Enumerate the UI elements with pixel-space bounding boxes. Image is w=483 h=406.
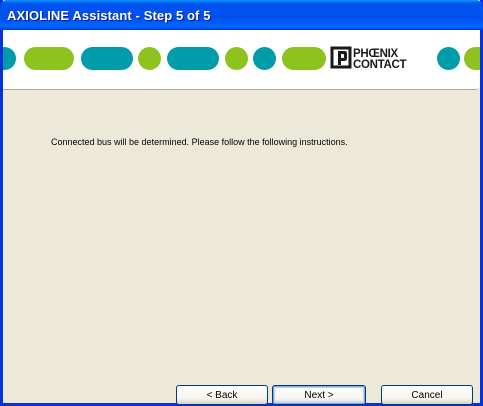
cancel-button[interactable]: Cancel: [381, 385, 473, 405]
banner-pill: [253, 47, 276, 70]
logo-text-line2: CONTACT: [353, 59, 407, 71]
banner-pill: [81, 47, 133, 70]
wizard-content: Connected bus will be determined. Please…: [3, 88, 477, 378]
banner-pill: [138, 47, 161, 70]
title-bar[interactable]: AXIOLINE Assistant - Step 5 of 5: [0, 0, 483, 30]
banner-pill: [464, 47, 480, 70]
next-button[interactable]: Next >: [272, 385, 366, 405]
banner-pill: [3, 47, 16, 70]
phoenix-contact-logo: PHŒNIX CONTACT: [330, 46, 407, 71]
back-button[interactable]: < Back: [176, 385, 268, 405]
banner-pill: [225, 47, 248, 70]
window-title: AXIOLINE Assistant - Step 5 of 5: [7, 7, 211, 23]
banner-pill: [24, 47, 74, 70]
banner-pill: [282, 47, 326, 70]
banner-pill: [437, 47, 460, 70]
phoenix-contact-banner: PHŒNIX CONTACT: [3, 30, 480, 88]
banner-pill: [167, 47, 219, 70]
instruction-text: Connected bus will be determined. Please…: [51, 137, 348, 147]
banner-graphic: PHŒNIX CONTACT: [3, 46, 480, 71]
